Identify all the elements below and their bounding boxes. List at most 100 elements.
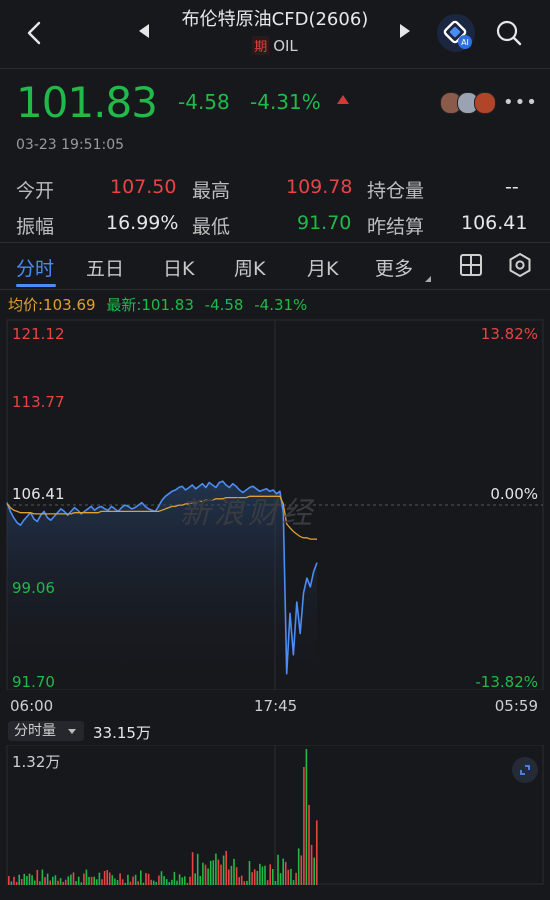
last-price: 101.83 [16,78,158,127]
volume-bar [295,872,297,885]
volume-bar [134,874,137,885]
latest-change-text: -4.58 [204,296,244,314]
tab-five-day[interactable]: 五日 [86,254,124,281]
volume-bar [233,858,235,885]
volume-bar [137,881,139,885]
volume-bar [248,861,251,885]
volume-bar [204,864,207,885]
volume-bar [305,749,308,885]
amplitude-value: 16.99% [106,212,179,234]
x-axis-end: 05:59 [494,697,538,715]
volume-bar [111,875,114,885]
previous-symbol-icon[interactable] [139,24,149,38]
volume-bar [77,876,80,885]
volume-bar [194,873,196,885]
volume-bar [124,882,127,885]
futures-badge: 期 [252,36,270,55]
volume-bar [272,869,274,885]
instrument-subtitle: 期 OIL [160,36,390,55]
viewer-avatars[interactable] [440,92,500,114]
volume-bar [8,876,10,885]
y-axis-right-max: 13.82% [480,325,538,343]
header-divider [0,68,550,69]
prev-settle-label: 昨结算 [367,216,425,238]
layout-grid-icon[interactable] [459,253,483,277]
volume-bar [152,880,155,885]
y-axis-upper: 113.77 [12,393,65,411]
volume-bar [165,879,168,885]
dropdown-corner-icon [425,276,431,282]
y-axis-max: 121.12 [12,325,65,343]
expand-chart-button[interactable] [512,757,538,783]
volume-bar [264,865,266,885]
volume-bar [303,767,305,885]
average-price-text: 均价:103.69 [8,296,96,314]
volume-bar [44,877,46,885]
volume-bar [243,881,246,885]
tab-monthly-k[interactable]: 月K [307,254,338,281]
volume-bar [62,881,64,885]
volume-bar [54,875,57,885]
next-symbol-icon[interactable] [400,24,410,38]
header-bar: 布伦特原油CFD(2606) 期 OIL AI [0,0,550,68]
y-axis-right-mid: 0.00% [490,485,538,503]
ai-cube-icon: AI [443,20,472,49]
back-arrow-icon[interactable] [22,20,48,46]
volume-bar [114,878,116,885]
latest-change-percent-text: -4.31% [254,296,308,314]
volume-bar [184,876,186,885]
volume-bar [39,881,41,885]
volume-bar [150,879,152,885]
expand-icon [520,765,530,775]
volume-bar [85,869,88,885]
active-tab-indicator [16,284,56,287]
volume-bar [253,869,256,885]
volume-bar [178,874,181,885]
volume-bar [181,877,183,885]
price-change: -4.58 [178,90,230,114]
volume-axis-max: 1.32万 [12,753,61,771]
y-axis-lower: 99.06 [12,579,55,597]
volume-bar [101,879,103,885]
tab-weekly-k[interactable]: 周K [234,254,265,281]
volume-bar [256,871,259,885]
volume-bar [308,805,310,885]
volume-bar [80,882,83,885]
volume-bar [279,873,282,885]
amplitude-label: 振幅 [16,216,55,238]
volume-bar [121,879,124,885]
search-icon[interactable] [494,18,524,48]
volume-bar [33,880,36,885]
volume-bar [41,869,44,885]
volume-bar [171,879,173,885]
volume-bar [49,880,51,885]
volume-bar [145,873,147,885]
svg-text:AI: AI [461,38,469,47]
volume-bar [186,882,189,885]
ai-assistant-button[interactable]: AI [437,14,475,52]
volume-bar [155,881,158,885]
volume-bar [140,870,142,885]
volume-bar [96,879,98,885]
tab-intraday[interactable]: 分时 [16,254,54,281]
volume-bar [292,880,295,885]
volume-bar [116,880,119,885]
high-value: 109.78 [286,176,353,198]
volume-bar [176,880,178,885]
settings-icon[interactable] [507,252,533,278]
x-axis-start: 06:00 [10,697,54,715]
volume-bar [297,848,300,885]
volume-bar [238,877,240,885]
more-options-icon[interactable]: ••• [503,92,538,113]
volume-bar [209,860,212,885]
volume-chart[interactable] [0,745,550,885]
volume-bar [132,876,134,885]
volume-bar [52,876,54,885]
volume-bar [108,872,111,885]
volume-bar [142,882,145,885]
volume-bar [59,878,62,885]
volume-bar [202,862,204,885]
tab-more[interactable]: 更多 [375,254,413,281]
tab-daily-k[interactable]: 日K [163,254,194,281]
volume-bar [235,867,238,885]
